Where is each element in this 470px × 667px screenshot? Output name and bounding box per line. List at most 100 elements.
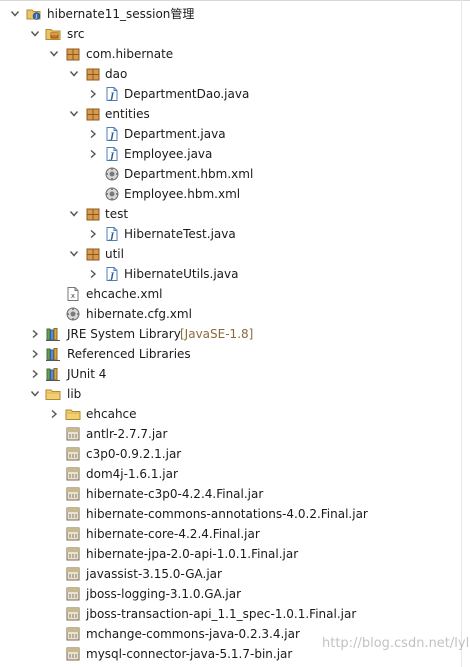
tree-row-lib[interactable]: lib xyxy=(0,384,470,404)
jar-label: hibernate-commons-annotations-4.0.2.Fina… xyxy=(86,507,368,521)
package-explorer-tree: hibernate11_session管理 src com.hibernate … xyxy=(0,0,470,667)
jar-icon xyxy=(65,486,81,502)
tree-row-hibernateutils[interactable]: HibernateUtils.java xyxy=(0,264,470,284)
jar-label: jboss-logging-3.1.0.GA.jar xyxy=(86,587,242,601)
chevron-right-icon[interactable] xyxy=(88,228,98,240)
tree-row-ehcache-xml[interactable]: ehcache.xml xyxy=(0,284,470,304)
package-icon xyxy=(85,206,101,222)
hibernate-mapping-icon xyxy=(104,186,120,202)
file-department-label: Department.java xyxy=(124,127,226,141)
jar-icon xyxy=(65,446,81,462)
tree-row-jar[interactable]: javassist-3.15.0-GA.jar xyxy=(0,564,470,584)
jar-label: hibernate-jpa-2.0-api-1.0.1.Final.jar xyxy=(86,547,299,561)
jar-label: mchange-commons-java-0.2.3.4.jar xyxy=(86,627,300,641)
file-cfg-label: hibernate.cfg.xml xyxy=(86,307,192,321)
chevron-down-icon[interactable] xyxy=(30,28,40,40)
chevron-right-icon[interactable] xyxy=(49,408,59,420)
chevron-down-icon[interactable] xyxy=(30,388,40,400)
pkg-test-label: test xyxy=(105,207,129,221)
pkg-util-label: util xyxy=(105,247,124,261)
tree-row-departmentdao[interactable]: DepartmentDao.java xyxy=(0,84,470,104)
tree-row-department-hbm[interactable]: Department.hbm.xml xyxy=(0,164,470,184)
tree-row-jar[interactable]: c3p0-0.9.2.1.jar xyxy=(0,444,470,464)
jar-icon xyxy=(65,546,81,562)
chevron-right-icon[interactable] xyxy=(88,268,98,280)
jar-label: c3p0-0.9.2.1.jar xyxy=(86,447,182,461)
tree-row-employee[interactable]: Employee.java xyxy=(0,144,470,164)
library-icon xyxy=(45,326,61,342)
junit-label: JUnit 4 xyxy=(67,367,107,381)
tree-row-jar[interactable]: jboss-transaction-api_1.1_spec-1.0.1.Fin… xyxy=(0,604,470,624)
java-file-icon xyxy=(104,126,120,142)
chevron-right-icon[interactable] xyxy=(88,148,98,160)
chevron-right-icon[interactable] xyxy=(88,128,98,140)
tree-row-employee-hbm[interactable]: Employee.hbm.xml xyxy=(0,184,470,204)
file-hibernateutils-label: HibernateUtils.java xyxy=(124,267,239,281)
tree-row-jar[interactable]: dom4j-1.6.1.jar xyxy=(0,464,470,484)
tree-row-junit[interactable]: JUnit 4 xyxy=(0,364,470,384)
java-file-icon xyxy=(104,266,120,282)
chevron-right-icon[interactable] xyxy=(30,328,40,340)
src-label: src xyxy=(67,27,85,41)
hibernate-mapping-icon xyxy=(104,166,120,182)
pkg-entities-label: entities xyxy=(105,107,150,121)
jar-icon xyxy=(65,626,81,642)
file-departmentdao-label: DepartmentDao.java xyxy=(124,87,250,101)
tree-row-test[interactable]: test xyxy=(0,204,470,224)
tree-row-referenced-libraries[interactable]: Referenced Libraries xyxy=(0,344,470,364)
tree-row-department[interactable]: Department.java xyxy=(0,124,470,144)
tree-row-jar[interactable]: antlr-2.7.7.jar xyxy=(0,424,470,444)
library-icon xyxy=(45,346,61,362)
referenced-libraries-label: Referenced Libraries xyxy=(67,347,191,361)
tree-row-jar[interactable]: hibernate-jpa-2.0-api-1.0.1.Final.jar xyxy=(0,544,470,564)
jre-decoration: [JavaSE-1.8] xyxy=(180,327,254,341)
file-hibernatetest-label: HibernateTest.java xyxy=(124,227,236,241)
chevron-down-icon[interactable] xyxy=(69,208,79,220)
java-file-icon xyxy=(104,226,120,242)
package-main-label: com.hibernate xyxy=(86,47,174,61)
chevron-right-icon[interactable] xyxy=(30,348,40,360)
java-file-icon xyxy=(104,86,120,102)
file-department-hbm-label: Department.hbm.xml xyxy=(124,167,254,181)
jar-icon xyxy=(65,646,81,662)
jar-label: antlr-2.7.7.jar xyxy=(86,427,168,441)
jar-label: javassist-3.15.0-GA.jar xyxy=(86,567,222,581)
tree-row-entities[interactable]: entities xyxy=(0,104,470,124)
tree-row-jar[interactable]: hibernate-commons-annotations-4.0.2.Fina… xyxy=(0,504,470,524)
package-icon xyxy=(85,106,101,122)
tree-row-jar[interactable]: hibernate-c3p0-4.2.4.Final.jar xyxy=(0,484,470,504)
jar-icon xyxy=(65,426,81,442)
source-folder-icon xyxy=(45,26,61,42)
chevron-down-icon[interactable] xyxy=(69,248,79,260)
chevron-right-icon[interactable] xyxy=(88,88,98,100)
tree-row-jre[interactable]: JRE System Library [JavaSE-1.8] xyxy=(0,324,470,344)
chevron-down-icon[interactable] xyxy=(10,8,20,20)
jar-icon xyxy=(65,506,81,522)
file-employee-hbm-label: Employee.hbm.xml xyxy=(124,187,241,201)
chevron-down-icon[interactable] xyxy=(49,48,59,60)
tree-row-dao[interactable]: dao xyxy=(0,64,470,84)
jar-label: dom4j-1.6.1.jar xyxy=(86,467,178,481)
tree-row-jar[interactable]: jboss-logging-3.1.0.GA.jar xyxy=(0,584,470,604)
jar-icon xyxy=(65,466,81,482)
chevron-right-icon[interactable] xyxy=(30,368,40,380)
tree-row-cfg[interactable]: hibernate.cfg.xml xyxy=(0,304,470,324)
jar-icon xyxy=(65,586,81,602)
chevron-down-icon[interactable] xyxy=(69,68,79,80)
tree-row-package-main[interactable]: com.hibernate xyxy=(0,44,470,64)
tree-row-ehcahce[interactable]: ehcahce xyxy=(0,404,470,424)
jar-icon xyxy=(65,566,81,582)
tree-row-util[interactable]: util xyxy=(0,244,470,264)
ehcahce-folder-label: ehcahce xyxy=(86,407,137,421)
tree-row-src[interactable]: src xyxy=(0,24,470,44)
java-file-icon xyxy=(104,146,120,162)
java-project-icon xyxy=(26,6,42,22)
tree-row-hibernatetest[interactable]: HibernateTest.java xyxy=(0,224,470,244)
chevron-down-icon[interactable] xyxy=(69,108,79,120)
jar-label: jboss-transaction-api_1.1_spec-1.0.1.Fin… xyxy=(86,607,357,621)
tree-row-project[interactable]: hibernate11_session管理 xyxy=(0,4,470,24)
tree-row-jar[interactable]: hibernate-core-4.2.4.Final.jar xyxy=(0,524,470,544)
jar-label: hibernate-core-4.2.4.Final.jar xyxy=(86,527,260,541)
project-label: hibernate11_session管理 xyxy=(47,7,195,21)
jar-icon xyxy=(65,526,81,542)
